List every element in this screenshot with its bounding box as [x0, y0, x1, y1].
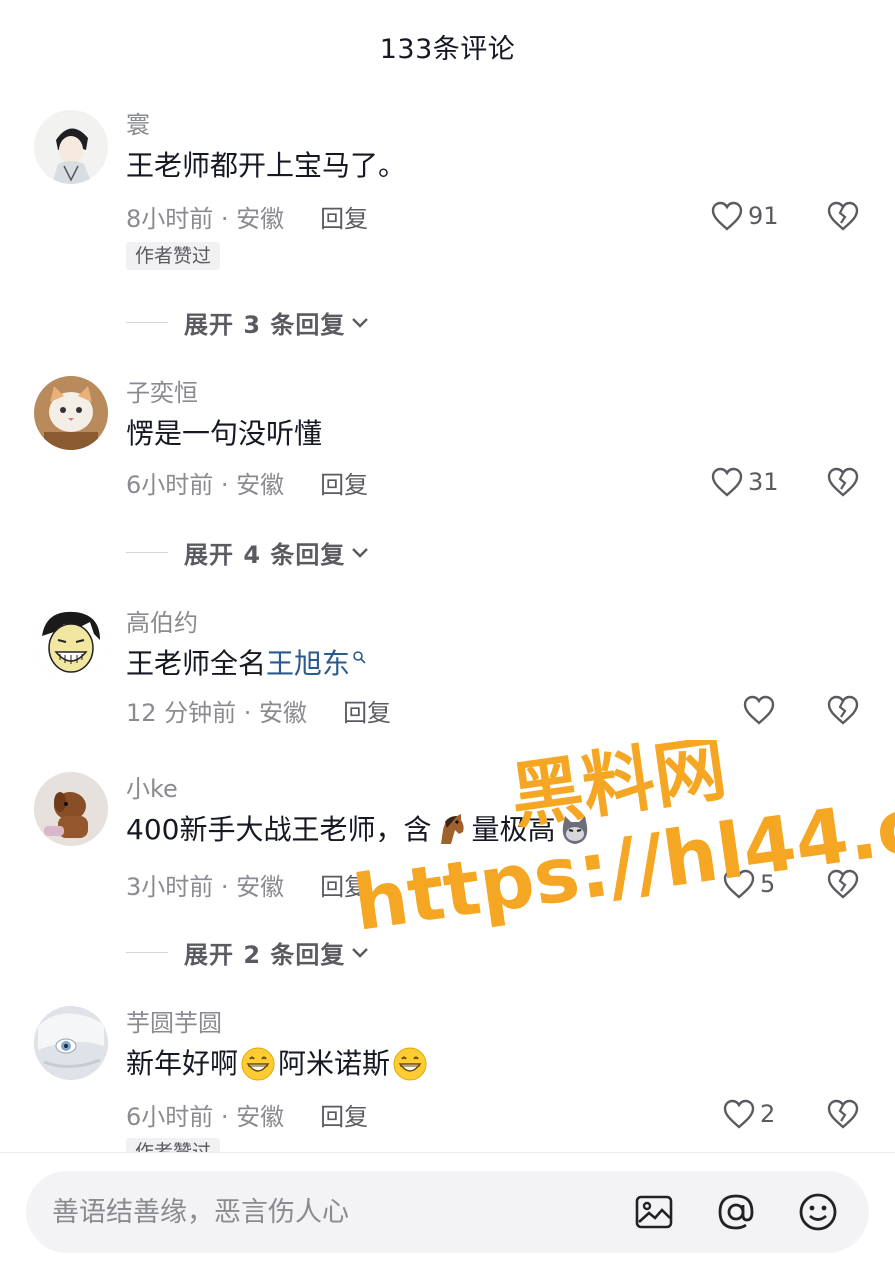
comment-time-location: 8小时前 · 安徽 [126, 204, 285, 233]
comment-text-part: 新年好啊 [126, 1047, 239, 1080]
author-liked-badge: 作者赞过 [126, 242, 221, 270]
search-icon[interactable] [352, 650, 366, 664]
comment-body: 高伯约 王老师全名 王旭东 12 分钟前 · 安徽 回复 [126, 606, 895, 727]
like-count: 2 [760, 1100, 776, 1128]
reply-button[interactable]: 回复 [320, 465, 368, 500]
broken-heart-icon [827, 201, 859, 231]
horse-emoji-icon [441, 814, 465, 844]
avatar[interactable] [34, 1006, 108, 1080]
avatar[interactable] [34, 772, 108, 846]
search-link[interactable]: 王旭东 [266, 640, 350, 688]
heart-icon [711, 201, 743, 231]
comment-input[interactable] [52, 1171, 612, 1253]
comment-text: 400新手大战王老师，含 量极高 [126, 806, 895, 854]
dislike-button[interactable] [826, 1094, 860, 1134]
comment-body: 寰 王老师都开上宝马了。 8小时前 · 安徽 回复 91 作者赞过 [126, 108, 895, 270]
divider [126, 551, 168, 553]
cat-emoji-icon [563, 816, 588, 844]
comment-username[interactable]: 高伯约 [126, 606, 895, 640]
comment-username[interactable]: 子奕恒 [126, 376, 895, 410]
avatar[interactable] [34, 606, 108, 680]
avatar[interactable] [34, 376, 108, 450]
mention-button[interactable] [716, 1192, 756, 1232]
reply-button[interactable]: 回复 [343, 693, 391, 728]
comment-input-bar [0, 1152, 895, 1280]
comment-text: 愣是一句没听懂 [126, 417, 323, 450]
comment-text-part: 阿米诺斯 [278, 1047, 391, 1080]
reply-button[interactable]: 回复 [320, 199, 368, 234]
dislike-button[interactable] [826, 690, 860, 730]
like-button[interactable]: 91 [710, 196, 779, 236]
grinning-emoji-icon [241, 1047, 275, 1081]
comment-time-location: 12 分钟前 · 安徽 [126, 698, 308, 727]
heart-icon [743, 695, 775, 725]
comment-username[interactable]: 芋圆芋圆 [126, 1006, 895, 1040]
like-button[interactable]: 2 [722, 1094, 775, 1134]
at-icon [718, 1194, 754, 1230]
comment-body: 子奕恒 愣是一句没听懂 6小时前 · 安徽 回复 31 [126, 376, 895, 499]
expand-replies-label: 展开 4 条回复 [184, 540, 346, 569]
like-button[interactable]: 5 [722, 864, 775, 904]
heart-icon [723, 1099, 755, 1129]
heart-icon [711, 467, 743, 497]
expand-replies-label: 展开 2 条回复 [184, 940, 346, 969]
comment-body: 小ke 400新手大战王老师，含 量极高 3小时前 · 安徽 回复 5 [126, 772, 895, 901]
expand-replies-button[interactable]: 展开 3 条回复 [126, 302, 371, 342]
like-button[interactable]: 31 [710, 462, 779, 502]
expand-replies-button[interactable]: 展开 2 条回复 [126, 932, 371, 972]
dislike-button[interactable] [826, 196, 860, 236]
reply-button[interactable]: 回复 [320, 867, 368, 902]
broken-heart-icon [827, 869, 859, 899]
comment-text-prefix: 王老师全名 [126, 647, 267, 680]
broken-heart-icon [827, 695, 859, 725]
comment-time-location: 6小时前 · 安徽 [126, 470, 285, 499]
smile-icon [799, 1193, 837, 1231]
comment-time-location: 6小时前 · 安徽 [126, 1102, 285, 1131]
broken-heart-icon [827, 1099, 859, 1129]
comment-text: 王老师都开上宝马了。 [126, 149, 407, 182]
broken-heart-icon [827, 467, 859, 497]
comments-header: 133条评论 [0, 0, 895, 92]
comments-count-title: 133条评论 [379, 33, 516, 65]
expand-replies-label: 展开 3 条回复 [184, 310, 346, 339]
comment-time-location: 3小时前 · 安徽 [126, 872, 285, 901]
expand-replies-button[interactable]: 展开 4 条回复 [126, 532, 371, 572]
divider [126, 321, 168, 323]
heart-icon [723, 869, 755, 899]
chevron-down-icon [352, 548, 369, 558]
reply-button[interactable]: 回复 [320, 1097, 368, 1132]
chevron-down-icon [352, 948, 369, 958]
chevron-down-icon [352, 318, 369, 328]
dislike-button[interactable] [826, 864, 860, 904]
comment-text-part: 量极高 [471, 813, 556, 846]
emoji-button[interactable] [798, 1192, 838, 1232]
like-count: 5 [760, 870, 776, 898]
like-count: 91 [748, 202, 779, 230]
image-icon [635, 1195, 673, 1229]
image-button[interactable] [634, 1192, 674, 1232]
comment-text: 王老师全名 王旭东 [126, 640, 895, 688]
comment-input-container [26, 1171, 869, 1253]
comment-text-part: 400新手大战王老师，含 [126, 813, 432, 846]
grinning-emoji-icon [393, 1047, 427, 1081]
avatar[interactable] [34, 110, 108, 184]
dislike-button[interactable] [826, 462, 860, 502]
comment-text: 新年好啊 阿米诺斯 [126, 1040, 895, 1088]
like-count: 31 [748, 468, 779, 496]
comment-body: 芋圆芋圆 新年好啊 阿米诺斯 6小时前 · 安徽 回复 2 作者赞过 [126, 1006, 895, 1166]
divider [126, 951, 168, 953]
comment-username[interactable]: 寰 [126, 108, 895, 142]
comment-username[interactable]: 小ke [126, 772, 895, 806]
like-button[interactable] [742, 690, 780, 730]
